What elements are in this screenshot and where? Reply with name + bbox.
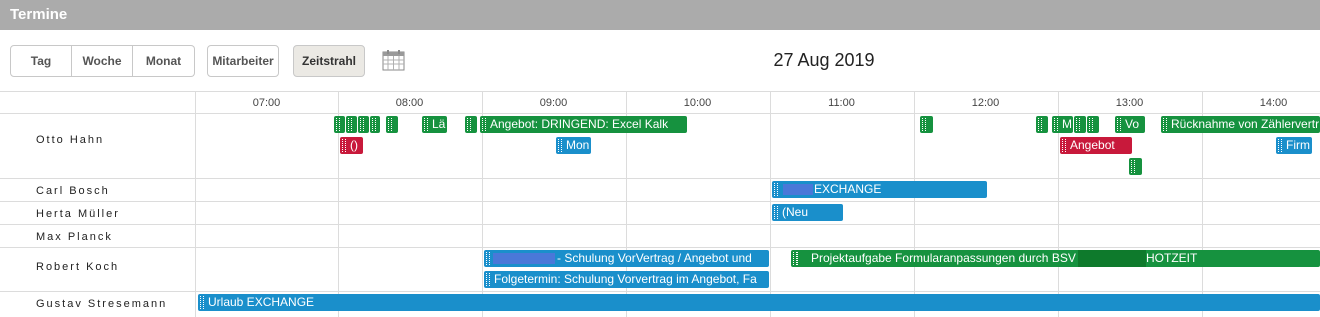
hour-label: 10:00 [683,97,712,109]
appointment[interactable] [465,116,477,133]
row-line [0,291,1320,292]
hour-label: 07:00 [252,97,281,109]
appointment[interactable]: (Neu [772,204,843,221]
hour-label: 12:00 [971,97,1000,109]
person-name: Carl Bosch [36,185,110,197]
appointment[interactable]: Lä [422,116,447,133]
appointment[interactable] [1036,116,1048,133]
person-name: Gustav Stresemann [36,298,168,310]
view-week-button[interactable]: Woche [72,45,133,77]
drag-handle [796,252,798,265]
toolbar: Tag Woche Monat Mitarbeiter Zeitstrahl 2… [0,30,1320,92]
appointment[interactable] [386,116,398,133]
appointment[interactable]: M [1052,116,1073,133]
row-line [0,224,1320,225]
row-line [0,201,1320,202]
redacted-block [1078,250,1146,267]
appointment[interactable]: Urlaub EXCHANGE [198,294,1320,311]
current-date: 27 Aug 2019 [773,50,875,70]
timeline-button[interactable]: Zeitstrahl [293,45,365,77]
row-line [0,113,1320,114]
app-title: Termine [0,0,1320,30]
hour-label: 14:00 [1259,97,1288,109]
person-name: Otto Hahn [36,134,105,146]
appointment[interactable] [358,116,369,133]
appointment[interactable]: Projektaufgabe Formularanpassungen durch… [791,250,1320,267]
grid-line [770,92,771,317]
appointment[interactable] [1074,116,1086,133]
redacted-block [493,253,555,264]
hour-label: 09:00 [539,97,568,109]
appointment[interactable] [370,116,380,133]
redacted-block [783,184,813,195]
appointment[interactable] [1129,158,1142,175]
appointment[interactable]: Angebot: DRINGEND: Excel Kalk [480,116,687,133]
appointment[interactable]: Firm [1276,137,1312,154]
hour-label: 13:00 [1115,97,1144,109]
grid-line [914,92,915,317]
row-line [0,247,1320,248]
appointment[interactable] [334,116,345,133]
appointment[interactable] [346,116,357,133]
calendar-icon[interactable] [382,49,405,71]
appointment[interactable]: Rücknahme von Zählervertr [1161,116,1320,133]
row-line [0,178,1320,179]
appointment[interactable]: Mon [556,137,591,154]
hour-label: 08:00 [395,97,424,109]
appointment[interactable] [920,116,933,133]
person-name: Herta Müller [36,208,120,220]
grid-line [195,92,196,317]
appointment[interactable]: - Schulung VorVertrag / Angebot und [484,250,769,267]
person-name: Robert Koch [36,261,120,273]
appointment[interactable]: Folgetermin: Schulung Vorvertrag im Ange… [484,271,769,288]
appointment[interactable]: () [340,137,363,154]
appointment[interactable]: Vo [1115,116,1145,133]
hour-label: 11:00 [828,97,855,109]
view-month-button[interactable]: Monat [133,45,195,77]
appointment[interactable]: Angebot [1060,137,1132,154]
person-name: Max Planck [36,231,113,243]
employee-button[interactable]: Mitarbeiter [207,45,279,77]
appointment[interactable]: EXCHANGE [772,181,987,198]
timeline-grid: 07:00 08:00 09:00 10:00 11:00 12:00 13:0… [0,91,1320,317]
appointment[interactable] [1087,116,1099,133]
view-day-button[interactable]: Tag [10,45,72,77]
